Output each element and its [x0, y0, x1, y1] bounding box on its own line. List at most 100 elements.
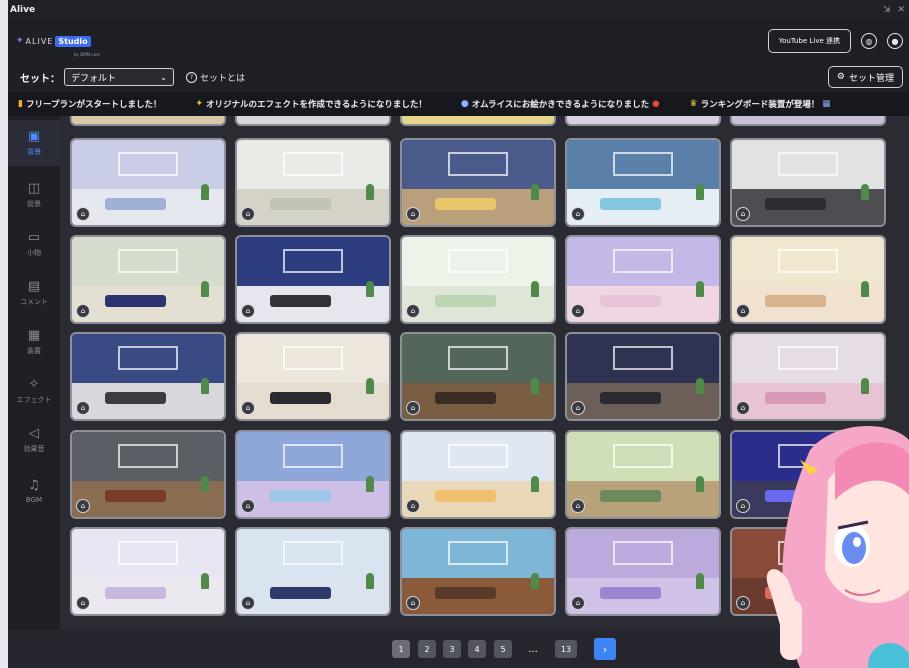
- thumbnail-window: [777, 540, 839, 565]
- brand-name: ALIVE: [25, 36, 54, 46]
- preview-icon[interactable]: ⌂: [406, 499, 420, 513]
- set-manage-button[interactable]: ⚙ セット管理: [827, 66, 903, 88]
- preview-icon[interactable]: ⌂: [736, 304, 750, 318]
- background-thumbnail-partial[interactable]: [400, 116, 556, 126]
- preview-icon[interactable]: ⌂: [571, 596, 585, 610]
- preview-icon[interactable]: ⌂: [241, 207, 255, 221]
- preview-icon[interactable]: ⌂: [76, 596, 90, 610]
- thumbnail-window: [447, 151, 509, 176]
- background-thumbnail[interactable]: ⌂: [400, 332, 556, 421]
- set-help-link[interactable]: ? セットとは: [186, 71, 245, 84]
- ticker-item[interactable]: ● オムライスにお絵かきできるようになりました ●: [461, 98, 660, 110]
- background-thumbnail[interactable]: ⌂: [70, 332, 226, 421]
- background-thumbnail[interactable]: ⌂: [235, 430, 391, 519]
- background-thumbnail-partial[interactable]: [565, 116, 721, 126]
- thumbnail-plant: [695, 572, 704, 589]
- sidebar-item-effect[interactable]: ✧ エフェクト: [8, 368, 60, 414]
- globe-icon[interactable]: ◍: [861, 33, 877, 49]
- background-thumbnail[interactable]: ⌂: [730, 332, 886, 421]
- preview-icon[interactable]: ⌂: [76, 401, 90, 415]
- background-thumbnail[interactable]: ⌂: [235, 527, 391, 616]
- background-thumbnail[interactable]: ⌂: [730, 527, 886, 616]
- crown-icon: ♛: [689, 99, 698, 109]
- thumbnail-sofa: [270, 586, 332, 599]
- preview-icon[interactable]: ⌂: [241, 596, 255, 610]
- preview-icon[interactable]: ⌂: [736, 207, 750, 221]
- preview-icon[interactable]: ⌂: [571, 401, 585, 415]
- background-thumbnail[interactable]: ⌂: [400, 138, 556, 227]
- thumbnail-sofa: [270, 197, 332, 210]
- preview-icon[interactable]: ⌂: [241, 304, 255, 318]
- preview-icon[interactable]: ⌂: [406, 596, 420, 610]
- sidebar-item-bgm[interactable]: ♫ BGM: [8, 468, 60, 514]
- background-thumbnail[interactable]: ⌂: [70, 430, 226, 519]
- ticker-item[interactable]: ▮ フリープランがスタートしました！: [18, 98, 161, 110]
- page-button-2[interactable]: 2: [418, 640, 436, 658]
- preview-icon[interactable]: ⌂: [76, 304, 90, 318]
- thumbnail-sofa: [435, 197, 497, 210]
- background-thumbnail[interactable]: ⌂: [565, 235, 721, 324]
- background-thumbnail[interactable]: ⌂: [400, 430, 556, 519]
- set-dropdown[interactable]: デフォルト ⌄: [64, 68, 174, 86]
- page-button-3[interactable]: 3: [443, 640, 461, 658]
- preview-icon[interactable]: ⌂: [736, 596, 750, 610]
- thumbnail-sofa: [765, 197, 827, 210]
- next-page-button[interactable]: ›: [594, 638, 616, 660]
- youtube-live-button[interactable]: YouTube Live 連携: [767, 29, 851, 53]
- background-thumbnail[interactable]: ⌂: [730, 430, 886, 519]
- preview-icon[interactable]: ⌂: [571, 304, 585, 318]
- background-thumbnail[interactable]: ⌂: [235, 138, 391, 227]
- thumbnail-window: [612, 540, 674, 565]
- background-thumbnail[interactable]: ⌂: [565, 332, 721, 421]
- preview-icon[interactable]: ⌂: [406, 401, 420, 415]
- background-thumbnail[interactable]: ⌂: [730, 138, 886, 227]
- background-thumbnail[interactable]: ⌂: [565, 527, 721, 616]
- sidebar-item-comment[interactable]: ▤ コメント: [8, 270, 60, 316]
- user-icon[interactable]: ●: [887, 33, 903, 49]
- sidebar-item-sound-effect[interactable]: ◁ 効果音: [8, 417, 60, 463]
- background-thumbnail[interactable]: ⌂: [235, 235, 391, 324]
- sidebar-item-background[interactable]: ▣ 背景: [8, 120, 60, 166]
- sidebar-item-props[interactable]: ▭ 小物: [8, 221, 60, 267]
- thumbnail-window: [117, 345, 179, 370]
- background-thumbnail-partial[interactable]: [235, 116, 391, 126]
- effect-icon: ✧: [28, 376, 40, 392]
- preview-icon[interactable]: ⌂: [736, 499, 750, 513]
- preview-icon[interactable]: ⌂: [406, 207, 420, 221]
- thumbnail-window: [612, 443, 674, 468]
- sidebar-item-device[interactable]: ▦ 装置: [8, 319, 60, 365]
- preview-icon[interactable]: ⌂: [406, 304, 420, 318]
- preview-icon[interactable]: ⌂: [571, 499, 585, 513]
- sidebar-item-label: 装置: [27, 346, 41, 355]
- preview-icon[interactable]: ⌂: [571, 207, 585, 221]
- thumbnail-sofa: [435, 391, 497, 404]
- page-button-1[interactable]: 1: [392, 640, 410, 658]
- background-thumbnail[interactable]: ⌂: [70, 138, 226, 227]
- page-button-5[interactable]: 5: [494, 640, 512, 658]
- preview-icon[interactable]: ⌂: [736, 401, 750, 415]
- preview-icon[interactable]: ⌂: [241, 499, 255, 513]
- background-thumbnail[interactable]: ⌂: [565, 430, 721, 519]
- background-thumbnail[interactable]: ⌂: [565, 138, 721, 227]
- preview-icon[interactable]: ⌂: [76, 499, 90, 513]
- preview-icon[interactable]: ⌂: [241, 401, 255, 415]
- page-button-last[interactable]: 13: [555, 640, 577, 658]
- background-thumbnail[interactable]: ⌂: [400, 527, 556, 616]
- sidebar-item-label: 小物: [27, 248, 41, 257]
- background-thumbnail[interactable]: ⌂: [70, 235, 226, 324]
- background-thumbnail-partial[interactable]: [70, 116, 226, 126]
- preview-icon[interactable]: ⌂: [76, 207, 90, 221]
- sidebar-item-foreground[interactable]: ◫ 前景: [8, 172, 60, 218]
- ticker-item[interactable]: ✦ オリジナルのエフェクトを作成できるようになりました！: [195, 98, 426, 110]
- window-controls[interactable]: ⇲ ✕: [883, 5, 907, 15]
- background-thumbnail[interactable]: ⌂: [400, 235, 556, 324]
- background-thumbnail-partial[interactable]: [730, 116, 886, 126]
- background-thumbnail[interactable]: ⌂: [235, 332, 391, 421]
- page-button-4[interactable]: 4: [468, 640, 486, 658]
- thumbnail-plant: [365, 280, 374, 297]
- background-thumbnail[interactable]: ⌂: [730, 235, 886, 324]
- sidebar-item-label: 前景: [27, 199, 41, 208]
- background-thumbnail[interactable]: ⌂: [70, 527, 226, 616]
- ticker-item[interactable]: ♛ ランキングボード装置が登場！ ▦: [690, 98, 831, 110]
- omelette-icon: ●: [652, 99, 660, 109]
